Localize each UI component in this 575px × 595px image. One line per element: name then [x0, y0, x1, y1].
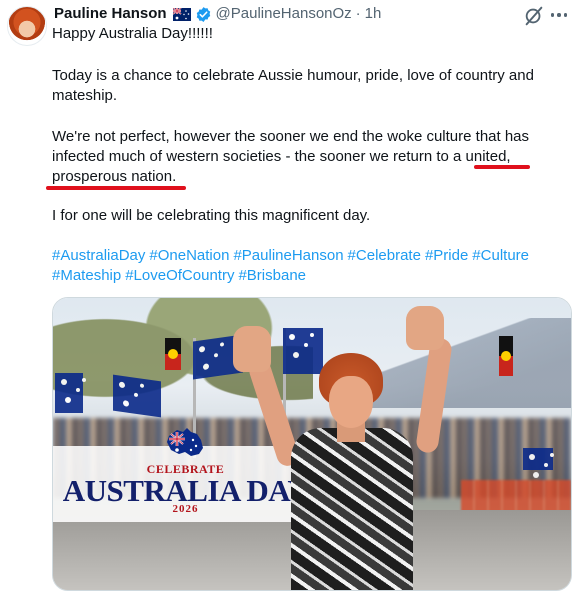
tweet-media-image[interactable]: CELEBRATE AUSTRALIA DAY 2026 [52, 297, 572, 591]
tweet-line-6: prosperous nation. [52, 168, 177, 185]
hashtag-link[interactable]: #AustraliaDay [52, 247, 145, 264]
hashtags-row-2: #Mateship #LoveOfCountry #Brisbane [52, 266, 310, 286]
hashtag-link[interactable]: #Brisbane [238, 267, 306, 284]
hashtag-link[interactable]: #LoveOfCountry [125, 267, 234, 284]
tweet-line-7: I for one will be celebrating this magni… [52, 207, 371, 224]
tweet-line-1: Happy Australia Day!!!!!! [52, 25, 213, 42]
user-handle[interactable]: @PaulineHansonOz [216, 4, 352, 24]
photo-person [233, 298, 493, 590]
tweet-line-4: We're not perfect, however the sooner we… [52, 128, 530, 145]
photo-thumbs-up-left [233, 326, 271, 372]
photo-thumbs-up-right [406, 306, 444, 350]
hashtag-link[interactable]: #Celebrate [348, 247, 421, 264]
separator-dot: · [355, 5, 361, 22]
aboriginal-flag-photo [499, 336, 513, 376]
hashtags-row-1: #AustraliaDay #OneNation #PaulineHanson #Ce… [52, 246, 533, 266]
photo-face [329, 376, 373, 428]
red-underline-prosperous-nation [46, 186, 186, 190]
tweet-line-5: infected much of western societies - the… [52, 148, 511, 165]
grok-icon[interactable] [523, 5, 545, 27]
tweet-header: Pauline Hanson @PaulineHansonOz · 1h [54, 4, 381, 24]
display-name[interactable]: Pauline Hanson [54, 4, 167, 24]
hashtag-link[interactable]: #Mateship [52, 267, 121, 284]
photo-patterned-top [291, 428, 413, 590]
tweet-line-2: Today is a chance to celebrate Aussie hu… [52, 67, 534, 84]
more-options-icon[interactable] [548, 8, 570, 22]
photo-arm-right [415, 337, 453, 454]
hashtag-link[interactable]: #PaulineHanson [233, 247, 343, 264]
australia-map-flag-icon [163, 426, 207, 460]
verified-badge-icon [195, 6, 212, 23]
profile-avatar[interactable] [7, 6, 47, 46]
aboriginal-flag-photo [165, 338, 181, 370]
hashtag-link[interactable]: #Pride [425, 247, 468, 264]
hashtag-link[interactable]: #OneNation [149, 247, 229, 264]
australian-flag-photo [523, 448, 553, 470]
australian-flag-icon [172, 7, 191, 21]
tweet-line-3: mateship. [52, 87, 118, 104]
hashtag-link[interactable]: #Culture [472, 247, 529, 264]
australian-flag-photo [113, 374, 161, 418]
tweet-timestamp[interactable]: 1h [365, 4, 382, 24]
red-underline-united [474, 165, 530, 169]
australian-flag-photo [55, 373, 83, 413]
